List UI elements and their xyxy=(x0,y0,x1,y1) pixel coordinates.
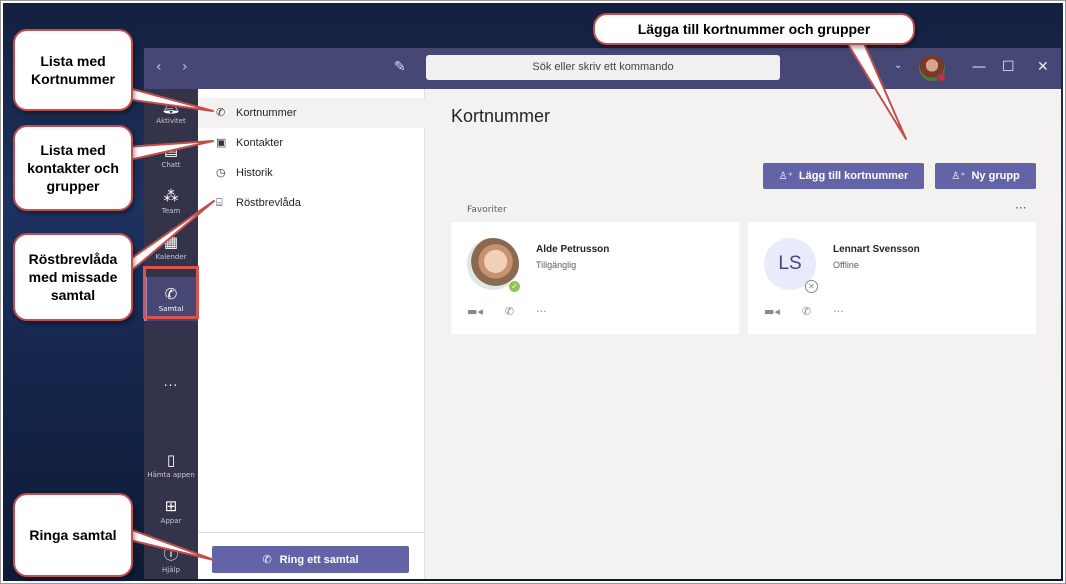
callout-voicemail: Röstbrevlåda med missade samtal xyxy=(13,233,133,321)
callout-contacts: Lista med kontakter och grupper xyxy=(13,125,133,211)
callout-call: Ringa samtal xyxy=(13,493,133,577)
callout-speed-dial: Lista med Kortnummer xyxy=(13,29,133,111)
callout-arrows xyxy=(118,40,907,561)
screenshot-frame: ‹ › ✎ Sök eller skriv ett kommando ⌄ — ☐… xyxy=(0,0,1066,584)
callout-add: Lägga till kortnummer och grupper xyxy=(593,13,915,45)
